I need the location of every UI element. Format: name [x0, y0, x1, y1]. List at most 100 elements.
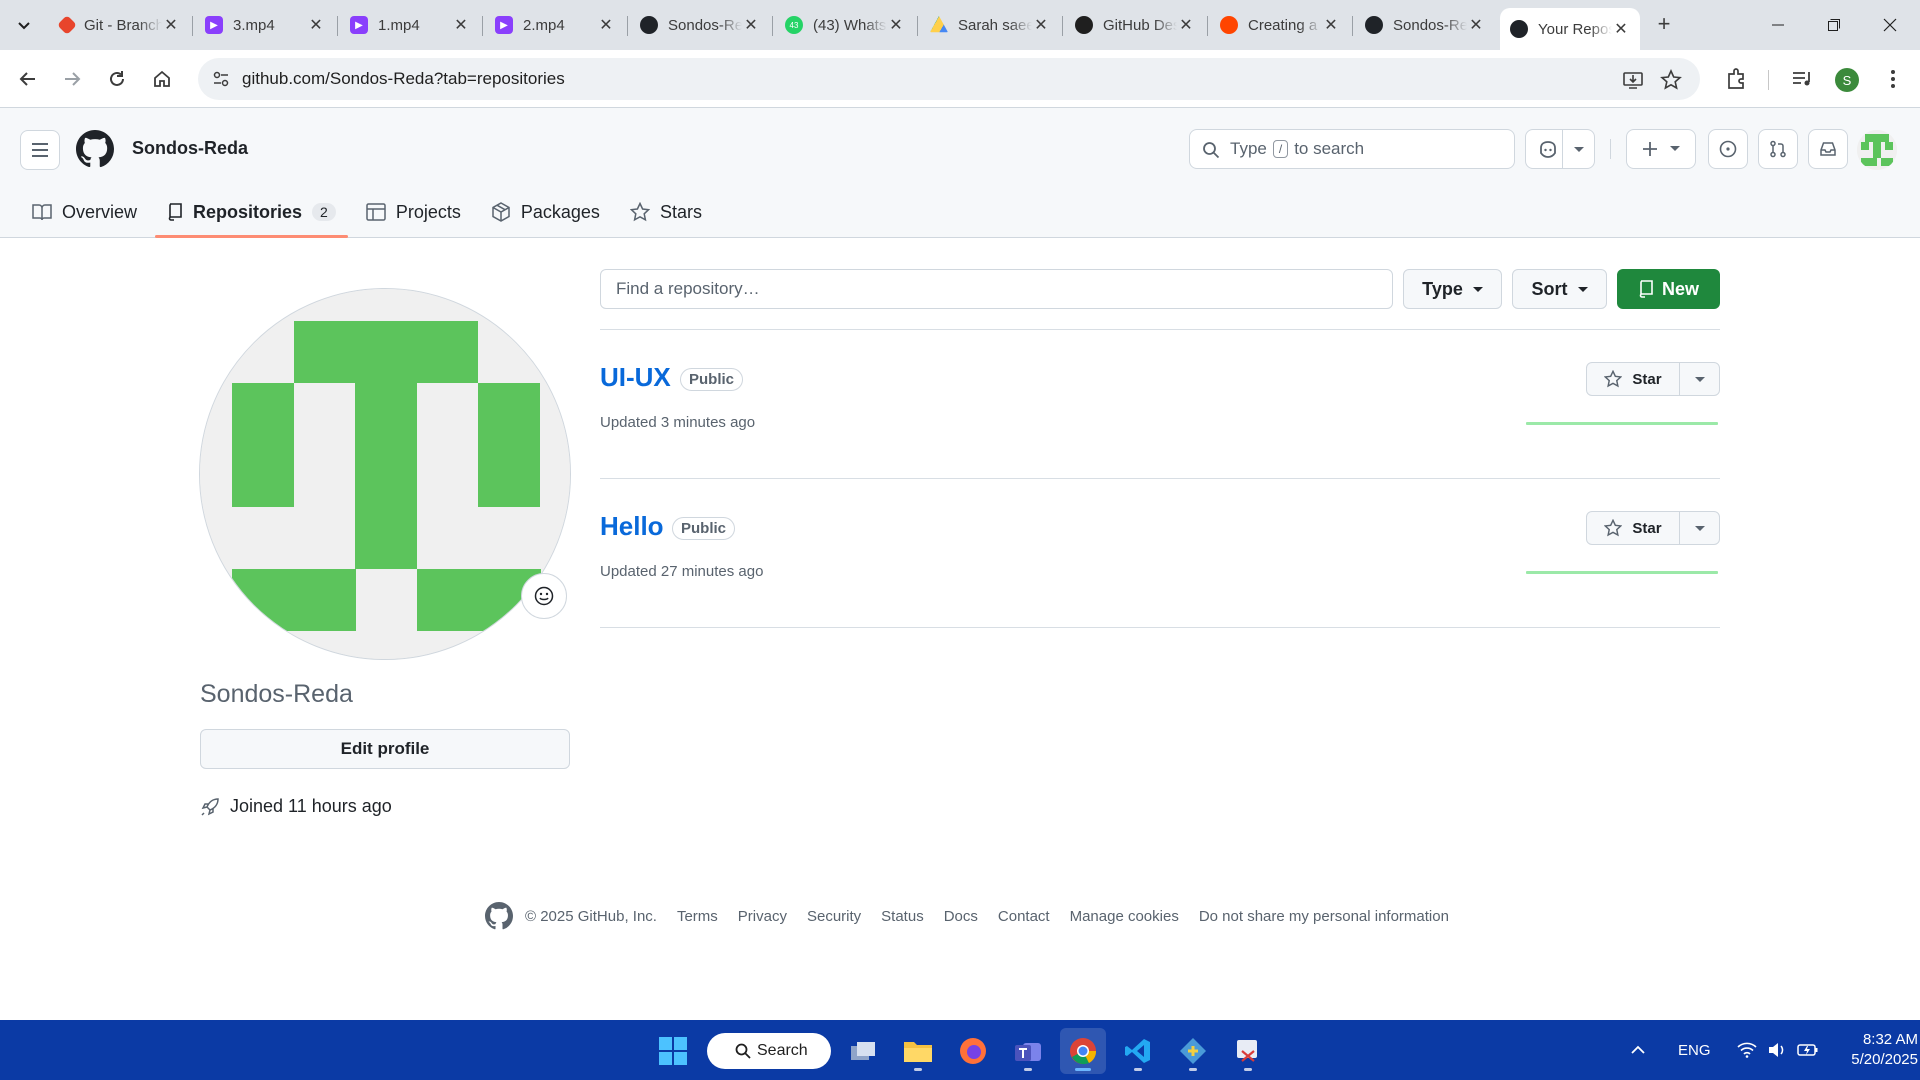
close-tab-icon[interactable]: ✕ [1467, 15, 1485, 35]
new-repository-button[interactable]: New [1617, 269, 1720, 309]
global-menu-button[interactable] [20, 130, 60, 170]
create-new-button[interactable] [1626, 129, 1696, 169]
taskbar-teams[interactable] [1005, 1028, 1051, 1074]
running-indicator [914, 1068, 922, 1071]
type-filter-button[interactable]: Type [1403, 269, 1502, 309]
wifi-icon[interactable] [1736, 1042, 1757, 1058]
tab-repositories[interactable]: Repositories 2 [155, 188, 348, 238]
close-tab-icon[interactable]: ✕ [307, 15, 325, 35]
home-button[interactable] [146, 63, 178, 95]
star-button-group: Star [1586, 511, 1720, 545]
media-controls-icon[interactable] [1789, 66, 1815, 92]
start-button[interactable] [650, 1028, 696, 1074]
triangle-down-icon [1694, 525, 1705, 531]
more-vertical-icon[interactable] [1880, 66, 1906, 92]
footer-link-security[interactable]: Security [807, 908, 861, 925]
close-tab-icon[interactable]: ✕ [887, 15, 905, 35]
reload-button[interactable] [101, 63, 133, 95]
tab-stars[interactable]: Stars [618, 188, 714, 236]
battery-charging-icon[interactable] [1796, 1042, 1819, 1058]
task-view-button[interactable] [840, 1028, 886, 1074]
taskbar-git-gui[interactable] [1170, 1028, 1216, 1074]
browser-tab[interactable]: Sondos-Reda ✕ [630, 8, 770, 42]
back-button[interactable] [12, 63, 44, 95]
footer-link-terms[interactable]: Terms [677, 908, 718, 925]
footer-link-cookies[interactable]: Manage cookies [1070, 908, 1179, 925]
list-divider [600, 627, 1720, 628]
browser-tab[interactable]: Sondos-Reda ✕ [1355, 8, 1495, 42]
system-clock[interactable]: 8:32 AM 5/20/2025 [1818, 1030, 1918, 1070]
forward-button[interactable] [56, 63, 88, 95]
browser-tab[interactable]: ▶ 1.mp4 ✕ [340, 8, 480, 42]
browser-tab[interactable]: GitHub Desktop ✕ [1065, 8, 1205, 42]
context-username[interactable]: Sondos-Reda [132, 138, 248, 159]
tab-packages[interactable]: Packages [479, 188, 612, 236]
footer-link-privacy[interactable]: Privacy [738, 908, 787, 925]
find-repository-input[interactable]: Find a repository… [600, 269, 1393, 309]
footer-link-docs[interactable]: Docs [944, 908, 978, 925]
close-tab-icon[interactable]: ✕ [1322, 15, 1340, 35]
edit-profile-button[interactable]: Edit profile [200, 729, 570, 769]
browser-tab-active[interactable]: Your Repositories ✕ [1500, 8, 1640, 50]
close-tab-icon[interactable]: ✕ [162, 15, 180, 35]
language-indicator[interactable]: ENG [1678, 1042, 1711, 1059]
issues-button[interactable] [1708, 129, 1748, 169]
taskbar-search[interactable]: Search [707, 1033, 831, 1069]
footer-link-status[interactable]: Status [881, 908, 924, 925]
tab-label: Packages [520, 201, 600, 222]
address-bar[interactable]: github.com/Sondos-Reda?tab=repositories [198, 58, 1700, 100]
inbox-button[interactable] [1808, 129, 1848, 169]
restore-button[interactable] [1806, 0, 1862, 50]
repo-link[interactable]: Hello [600, 511, 664, 542]
browser-tab[interactable]: ▶ 3.mp4 ✕ [195, 8, 335, 42]
extensions-icon[interactable] [1724, 66, 1750, 92]
browser-tab[interactable]: 43 (43) WhatsApp ✕ [775, 8, 915, 42]
close-tab-icon[interactable]: ✕ [1612, 19, 1630, 39]
pull-requests-button[interactable] [1758, 129, 1798, 169]
browser-tab[interactable]: Sarah saeed ✕ [920, 8, 1060, 42]
footer-link-do-not-share[interactable]: Do not share my personal information [1199, 908, 1449, 925]
github-icon [640, 16, 658, 34]
browser-tab[interactable]: Creating a new ✕ [1210, 8, 1350, 42]
star-button[interactable]: Star [1587, 363, 1680, 395]
joined-text: Joined 11 hours ago [230, 796, 392, 816]
browser-tab[interactable]: ▶ 2.mp4 ✕ [485, 8, 625, 42]
close-window-button[interactable] [1862, 0, 1918, 50]
repo-link[interactable]: UI-UX [600, 362, 671, 393]
close-tab-icon[interactable]: ✕ [597, 15, 615, 35]
taskbar-file-explorer[interactable] [895, 1028, 941, 1074]
tab-search-button[interactable] [10, 11, 38, 39]
set-status-button[interactable] [521, 573, 567, 619]
taskbar-firefox[interactable] [950, 1028, 996, 1074]
browser-tab[interactable]: Git - Branching ✕ [50, 8, 190, 42]
taskbar-snipping-tool[interactable] [1225, 1028, 1271, 1074]
bookmark-star-icon[interactable] [1660, 69, 1682, 91]
search-icon [1203, 142, 1220, 159]
chevron-up-icon[interactable] [1630, 1045, 1646, 1055]
star-button[interactable]: Star [1587, 512, 1680, 544]
close-tab-icon[interactable]: ✕ [742, 15, 760, 35]
openai-icon [1075, 16, 1093, 34]
minimize-button[interactable] [1750, 0, 1806, 50]
new-tab-button[interactable]: + [1650, 11, 1678, 39]
taskbar-chrome[interactable] [1060, 1028, 1106, 1074]
github-logo-icon[interactable] [76, 130, 114, 168]
star-lists-dropdown[interactable] [1680, 512, 1719, 544]
tab-projects[interactable]: Projects [354, 188, 473, 236]
volume-icon[interactable] [1767, 1042, 1787, 1058]
copilot-button[interactable] [1525, 129, 1595, 169]
user-avatar[interactable] [1857, 130, 1897, 170]
taskbar-vscode[interactable] [1115, 1028, 1161, 1074]
close-tab-icon[interactable]: ✕ [1177, 15, 1195, 35]
close-tab-icon[interactable]: ✕ [1032, 15, 1050, 35]
star-lists-dropdown[interactable] [1680, 363, 1719, 395]
github-logo-icon[interactable] [485, 902, 513, 930]
footer-link-contact[interactable]: Contact [998, 908, 1050, 925]
browser-profile-avatar[interactable]: S [1835, 68, 1859, 92]
close-tab-icon[interactable]: ✕ [452, 15, 470, 35]
global-search-input[interactable]: Type / to search [1189, 129, 1515, 169]
install-app-icon[interactable] [1622, 69, 1644, 91]
tab-overview[interactable]: Overview [20, 188, 149, 236]
sort-button[interactable]: Sort [1512, 269, 1607, 309]
profile-avatar[interactable] [199, 288, 571, 660]
